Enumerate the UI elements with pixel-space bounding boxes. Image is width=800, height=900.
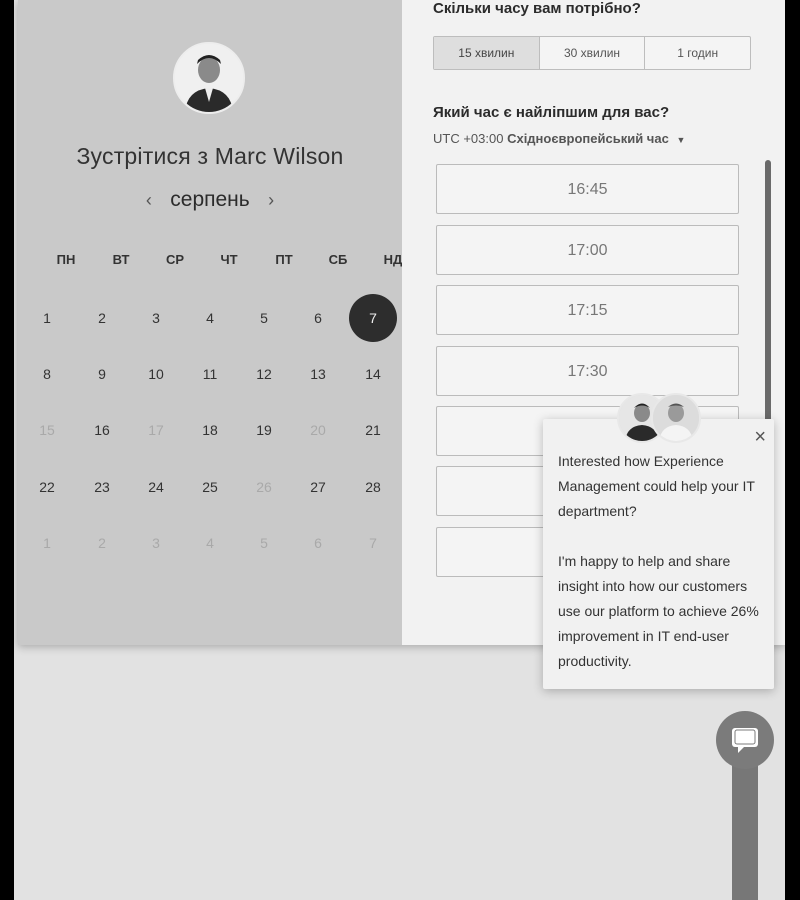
calendar-day[interactable]: 24 bbox=[132, 463, 180, 511]
timezone-name: Східноєвропейський час bbox=[507, 131, 669, 146]
calendar-day: 20 bbox=[310, 422, 326, 438]
calendar-day[interactable]: 27 bbox=[294, 463, 342, 511]
duration-question: Скільки часу вам потрібно? bbox=[433, 0, 641, 17]
month-navigation: ‹ серпень › bbox=[18, 188, 402, 212]
calendar-day: 17 bbox=[148, 422, 164, 438]
calendar-day[interactable]: 14 bbox=[349, 350, 397, 398]
duration-option[interactable]: 1 годин bbox=[645, 37, 750, 69]
time-slot-button[interactable]: 17:15 bbox=[436, 285, 739, 335]
calendar-day[interactable]: 11 bbox=[186, 350, 234, 398]
duration-selector: 15 хвилин 30 хвилин 1 годин bbox=[433, 36, 751, 70]
calendar-day: 5 bbox=[260, 535, 268, 551]
weekday-label: ПТ bbox=[275, 252, 293, 267]
person-photo-icon bbox=[175, 44, 243, 112]
timezone-dropdown[interactable]: UTC +03:00 Східноєвропейський час ▼ bbox=[433, 131, 685, 146]
calendar-day: 3 bbox=[152, 535, 160, 551]
calendar-day: 6 bbox=[314, 535, 322, 551]
person-photo-icon bbox=[653, 395, 699, 441]
weekday-label: ПН bbox=[56, 252, 76, 267]
calendar-day[interactable]: 3 bbox=[132, 294, 180, 342]
calendar-day[interactable]: 23 bbox=[78, 463, 126, 511]
calendar-day[interactable]: 18 bbox=[186, 406, 234, 454]
chat-popup: × Interested how Experience Management c… bbox=[543, 419, 774, 689]
calendar-day: 1 bbox=[43, 535, 51, 551]
popup-paragraph: Interested how Experience Management cou… bbox=[558, 453, 755, 519]
time-slot-button[interactable]: 17:30 bbox=[436, 346, 739, 396]
calendar-day[interactable]: 22 bbox=[23, 463, 71, 511]
host-avatar bbox=[173, 42, 245, 114]
chat-bubble-icon bbox=[732, 728, 758, 753]
calendar-day[interactable]: 28 bbox=[349, 463, 397, 511]
calendar-day[interactable]: 19 bbox=[240, 406, 288, 454]
calendar-day: 26 bbox=[256, 479, 272, 495]
calendar-day[interactable]: 8 bbox=[23, 350, 71, 398]
time-slot-button[interactable]: 17:00 bbox=[436, 225, 739, 275]
calendar-day[interactable]: 9 bbox=[78, 350, 126, 398]
next-month-button[interactable]: › bbox=[254, 190, 288, 211]
calendar-day[interactable]: 10 bbox=[132, 350, 180, 398]
calendar-day[interactable]: 6 bbox=[294, 294, 342, 342]
calendar-panel: Зустрітися з Marc Wilson ‹ серпень › ПН В… bbox=[18, 0, 402, 645]
month-name: серпень bbox=[170, 188, 250, 211]
chat-launcher-button[interactable] bbox=[716, 711, 774, 769]
close-icon[interactable]: × bbox=[754, 427, 766, 447]
host-title: Зустрітися з Marc Wilson bbox=[76, 143, 344, 169]
popup-message: Interested how Experience Management cou… bbox=[558, 449, 763, 674]
calendar-day: 7 bbox=[369, 535, 377, 551]
weekday-label: ЧТ bbox=[220, 252, 238, 267]
calendar-day: 4 bbox=[206, 535, 214, 551]
timezone-offset: UTC +03:00 bbox=[433, 131, 504, 146]
weekday-label: ВТ bbox=[112, 252, 130, 267]
popup-paragraph: I'm happy to help and share insight into… bbox=[558, 553, 759, 669]
calendar-day[interactable]: 25 bbox=[186, 463, 234, 511]
time-question: Який час є найліпшим для вас? bbox=[433, 104, 670, 121]
agent-avatar bbox=[651, 393, 701, 443]
calendar-day: 15 bbox=[39, 422, 55, 438]
calendar-day[interactable]: 1 bbox=[23, 294, 71, 342]
time-slot-button[interactable]: 16:45 bbox=[436, 164, 739, 214]
prev-month-button[interactable]: ‹ bbox=[132, 190, 166, 211]
chevron-down-icon: ▼ bbox=[676, 135, 686, 145]
calendar-day[interactable]: 2 bbox=[78, 294, 126, 342]
calendar-day-selected[interactable]: 7 bbox=[349, 294, 397, 342]
calendar-day[interactable]: 12 bbox=[240, 350, 288, 398]
calendar-day[interactable]: 4 bbox=[186, 294, 234, 342]
calendar-day[interactable]: 16 bbox=[78, 406, 126, 454]
duration-option[interactable]: 30 хвилин bbox=[540, 37, 646, 69]
weekday-label: СБ bbox=[328, 252, 348, 267]
calendar-day: 2 bbox=[98, 535, 106, 551]
calendar-day[interactable]: 5 bbox=[240, 294, 288, 342]
calendar-day[interactable]: 21 bbox=[349, 406, 397, 454]
duration-option[interactable]: 15 хвилин bbox=[434, 37, 540, 69]
calendar-day[interactable]: 13 bbox=[294, 350, 342, 398]
weekday-label: СР bbox=[165, 252, 185, 267]
